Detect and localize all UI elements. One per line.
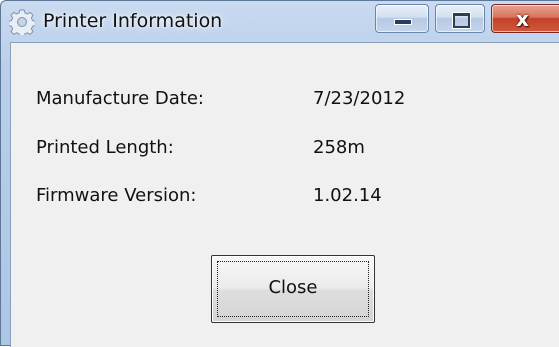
gear-icon — [8, 9, 36, 38]
dialog-content: Manufacture Date: 7/23/2012 Printed Leng… — [10, 42, 559, 347]
firmware-version-label: Firmware Version: — [36, 185, 197, 206]
close-icon: x — [516, 7, 529, 31]
close-window-button[interactable]: x — [491, 4, 559, 33]
close-button-label: Close — [268, 277, 318, 298]
close-button[interactable]: Close — [211, 255, 375, 323]
printer-information-window: Printer Information x Manufacture Date: … — [0, 0, 559, 347]
manufacture-date-value: 7/23/2012 — [313, 88, 406, 109]
minimize-button[interactable] — [375, 4, 429, 33]
printed-length-value: 258m — [313, 137, 365, 158]
printed-length-label: Printed Length: — [36, 137, 174, 158]
maximize-icon — [453, 13, 470, 28]
firmware-version-value: 1.02.14 — [313, 185, 382, 206]
title-bar[interactable]: Printer Information x — [1, 1, 559, 41]
maximize-button[interactable] — [435, 4, 485, 33]
manufacture-date-label: Manufacture Date: — [36, 88, 204, 109]
minimize-icon — [395, 20, 411, 24]
window-title: Printer Information — [43, 10, 223, 32]
